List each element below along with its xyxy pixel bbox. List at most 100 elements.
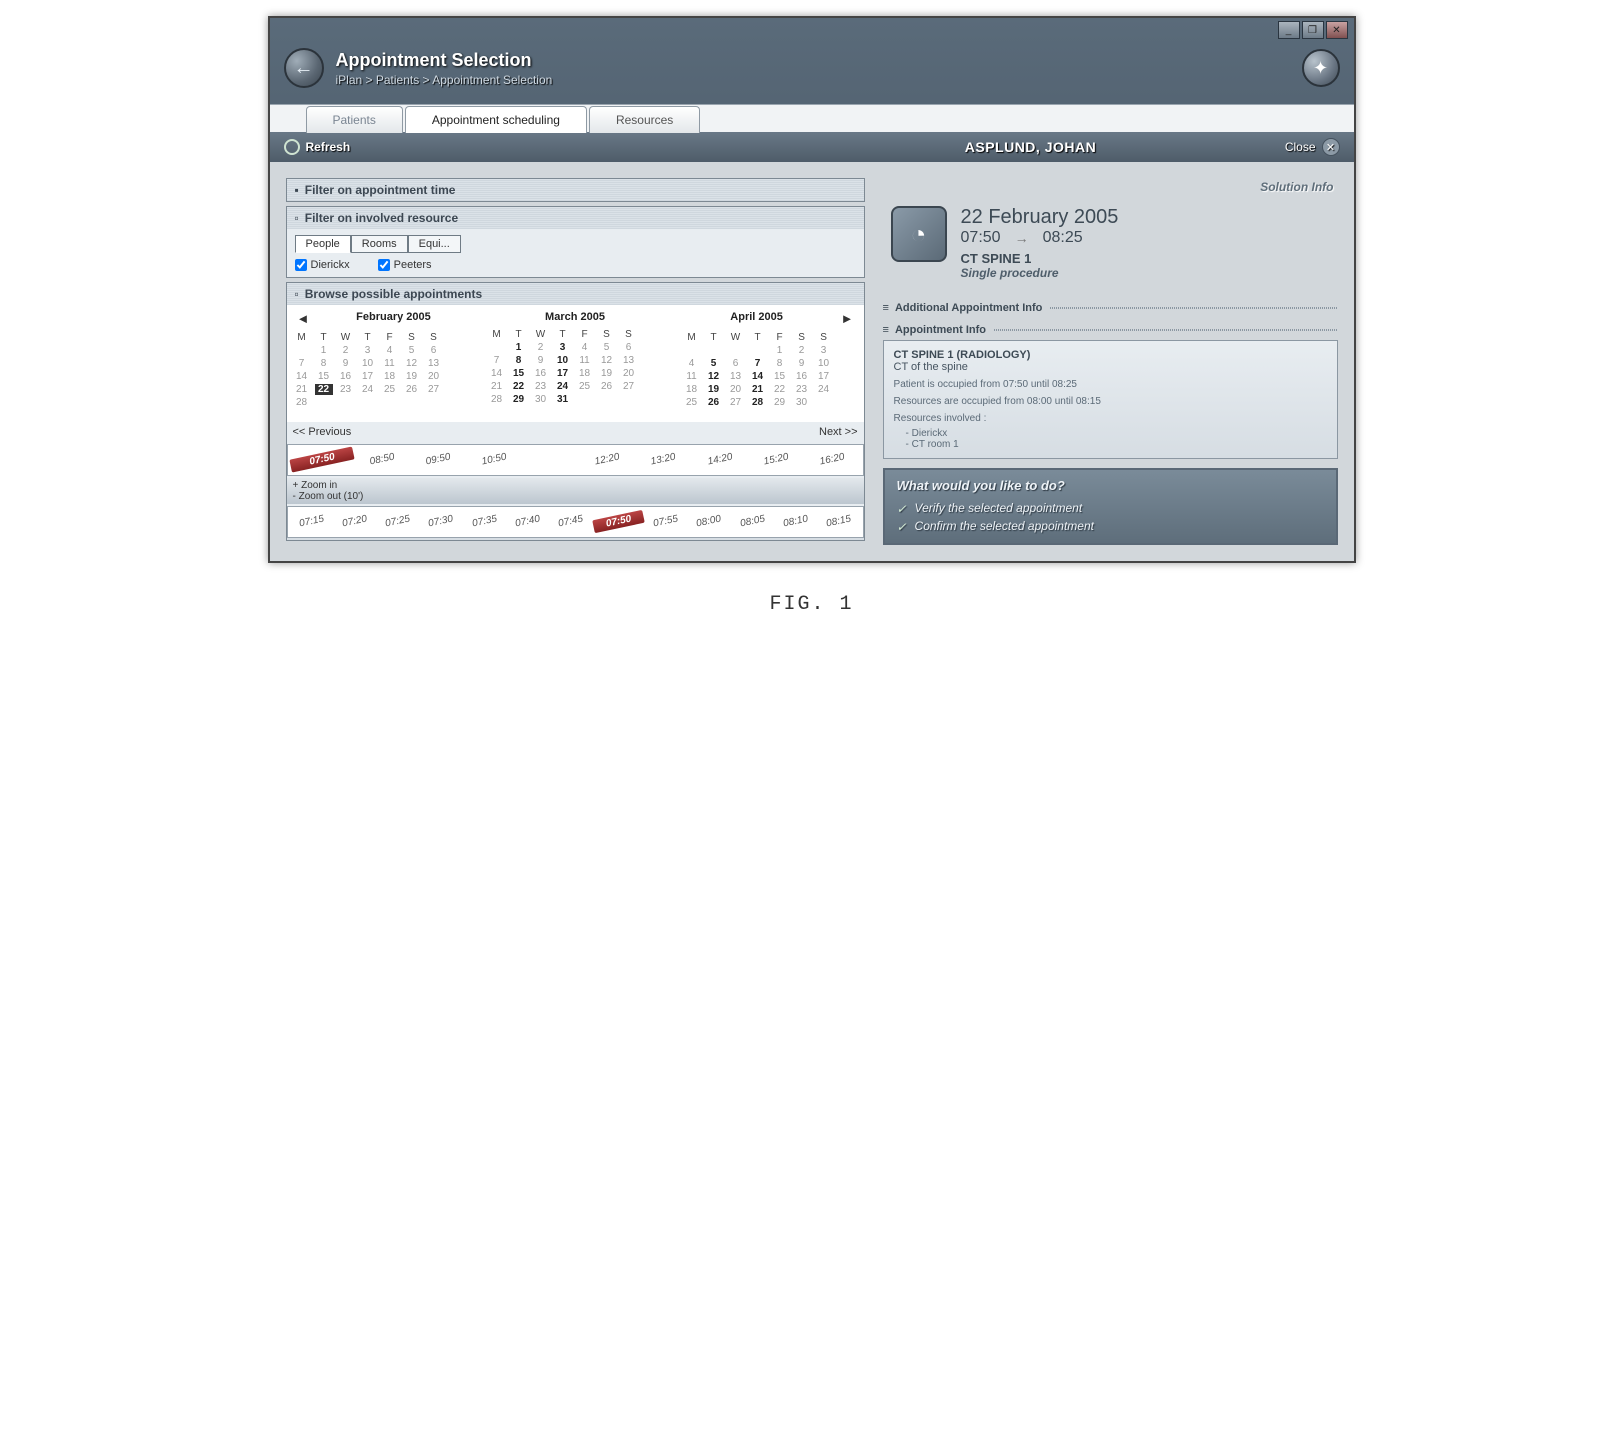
cal-day[interactable]: 22 (510, 381, 528, 392)
cal-day[interactable]: 5 (598, 342, 616, 353)
zoom-out[interactable]: - Zoom out (10') (293, 491, 858, 502)
cta-confirm[interactable]: ✓Confirm the selected appointment (897, 517, 1324, 535)
cal-day[interactable]: 2 (337, 345, 355, 356)
cal-day[interactable]: 19 (403, 371, 421, 382)
cal-day[interactable]: 20 (727, 384, 745, 395)
cal-day[interactable]: 18 (576, 368, 594, 379)
cal-day[interactable]: 10 (554, 355, 572, 366)
cal-day[interactable]: 23 (793, 384, 811, 395)
cal-day[interactable]: 5 (403, 345, 421, 356)
browse-header[interactable]: ▫ Browse possible appointments (287, 283, 864, 305)
cal-day[interactable]: 21 (488, 381, 506, 392)
timeline-top[interactable]: 07:5008:5009:5010:50 12:2013:2014:2015:20… (287, 444, 864, 476)
cal-day[interactable]: 9 (793, 358, 811, 369)
cal-day[interactable]: 3 (359, 345, 377, 356)
time-slot[interactable]: 08:15 (817, 511, 862, 531)
cal-day[interactable]: 14 (488, 368, 506, 379)
time-slot[interactable]: 07:55 (643, 511, 688, 531)
cal-day[interactable]: 21 (293, 384, 311, 395)
cal-day[interactable]: 26 (705, 397, 723, 408)
cal-day[interactable]: 7 (293, 358, 311, 369)
cal-day[interactable]: 12 (705, 371, 723, 382)
cal-day[interactable]: 15 (771, 371, 789, 382)
cal-day[interactable]: 19 (705, 384, 723, 395)
cal-day[interactable]: 17 (815, 371, 833, 382)
cal-day[interactable]: 16 (337, 371, 355, 382)
cal-day[interactable]: 15 (315, 371, 333, 382)
section-additional-info[interactable]: ≡Additional Appointment Info (883, 302, 1338, 314)
cal-day[interactable]: 1 (315, 345, 333, 356)
cal-day[interactable]: 13 (425, 358, 443, 369)
cal-day[interactable]: 28 (749, 397, 767, 408)
time-slot[interactable]: 07:30 (419, 511, 464, 531)
cal-day[interactable]: 4 (381, 345, 399, 356)
time-slot[interactable]: 16:20 (804, 448, 861, 470)
zoom-in[interactable]: + Zoom in (293, 480, 858, 491)
cal-day[interactable]: 12 (598, 355, 616, 366)
minimize-button[interactable]: _ (1278, 21, 1300, 39)
cal-day[interactable]: 18 (381, 371, 399, 382)
cal-day[interactable]: 6 (425, 345, 443, 356)
tab-appointment-scheduling[interactable]: Appointment scheduling (405, 106, 587, 133)
cal-day[interactable]: 6 (727, 358, 745, 369)
cal-day[interactable]: 30 (793, 397, 811, 408)
cal-day[interactable]: 29 (510, 394, 528, 405)
cal-day[interactable]: 4 (683, 358, 701, 369)
cal-day[interactable]: 25 (381, 384, 399, 395)
cal-day[interactable]: 27 (620, 381, 638, 392)
timeline-bottom[interactable]: 07:1507:2007:2507:3007:3507:4007:4507:50… (287, 506, 864, 538)
cal-day[interactable]: 3 (554, 342, 572, 353)
cal-day[interactable]: 18 (683, 384, 701, 395)
tab-people[interactable]: People (295, 235, 351, 253)
tab-resources[interactable]: Resources (589, 106, 700, 133)
checkbox-input[interactable] (295, 259, 307, 271)
cal-next[interactable]: ► (837, 311, 858, 326)
cal-day[interactable]: 10 (359, 358, 377, 369)
time-slot[interactable]: 13:20 (635, 448, 692, 470)
cal-day[interactable]: 26 (403, 384, 421, 395)
cal-day[interactable]: 9 (337, 358, 355, 369)
time-slot[interactable]: 10:50 (466, 448, 523, 470)
cal-day[interactable]: 14 (293, 371, 311, 382)
cal-day[interactable]: 11 (683, 371, 701, 382)
time-slot[interactable]: 14:20 (691, 448, 748, 470)
tab-rooms[interactable]: Rooms (351, 235, 408, 253)
cal-day[interactable]: 16 (532, 368, 550, 379)
cal-day[interactable]: 16 (793, 371, 811, 382)
cal-day[interactable]: 20 (620, 368, 638, 379)
cal-day[interactable]: 8 (315, 358, 333, 369)
time-slot[interactable]: 07:15 (289, 511, 334, 531)
cal-day[interactable]: 6 (620, 342, 638, 353)
refresh-button[interactable]: Refresh (306, 140, 351, 154)
cal-day[interactable]: 19 (598, 368, 616, 379)
time-prev[interactable]: << Previous (293, 426, 352, 438)
cal-day[interactable]: 24 (359, 384, 377, 395)
cal-day[interactable]: 17 (359, 371, 377, 382)
cal-day[interactable]: 7 (488, 355, 506, 366)
time-slot[interactable]: 07:45 (549, 511, 594, 531)
cal-day[interactable]: 7 (749, 358, 767, 369)
cal-day[interactable]: 28 (488, 394, 506, 405)
time-slot[interactable]: 07:50 (289, 446, 355, 472)
time-slot[interactable]: 12:20 (578, 448, 635, 470)
time-slot[interactable]: 09:50 (410, 448, 467, 470)
cta-verify[interactable]: ✓Verify the selected appointment (897, 499, 1324, 517)
cal-day[interactable]: 8 (771, 358, 789, 369)
cal-day[interactable]: 26 (598, 381, 616, 392)
tab-equipment[interactable]: Equi... (408, 235, 461, 253)
time-slot[interactable]: 07:50 (592, 509, 645, 532)
cal-day[interactable]: 25 (683, 397, 701, 408)
cal-day[interactable]: 31 (554, 394, 572, 405)
window-close-button[interactable]: ✕ (1326, 21, 1348, 39)
cal-day[interactable]: 24 (554, 381, 572, 392)
cal-day[interactable]: 13 (727, 371, 745, 382)
cal-day[interactable]: 24 (815, 384, 833, 395)
time-slot[interactable]: 15:20 (747, 448, 804, 470)
time-slot[interactable]: 08:10 (773, 511, 818, 531)
time-slot[interactable]: 08:50 (353, 448, 410, 470)
cal-day[interactable]: 23 (532, 381, 550, 392)
time-slot[interactable]: 07:40 (505, 511, 550, 531)
breadcrumb[interactable]: iPlan > Patients > Appointment Selection (336, 73, 1290, 87)
checkbox-dierickx[interactable]: Dierickx (295, 259, 350, 271)
checkbox-input[interactable] (378, 259, 390, 271)
